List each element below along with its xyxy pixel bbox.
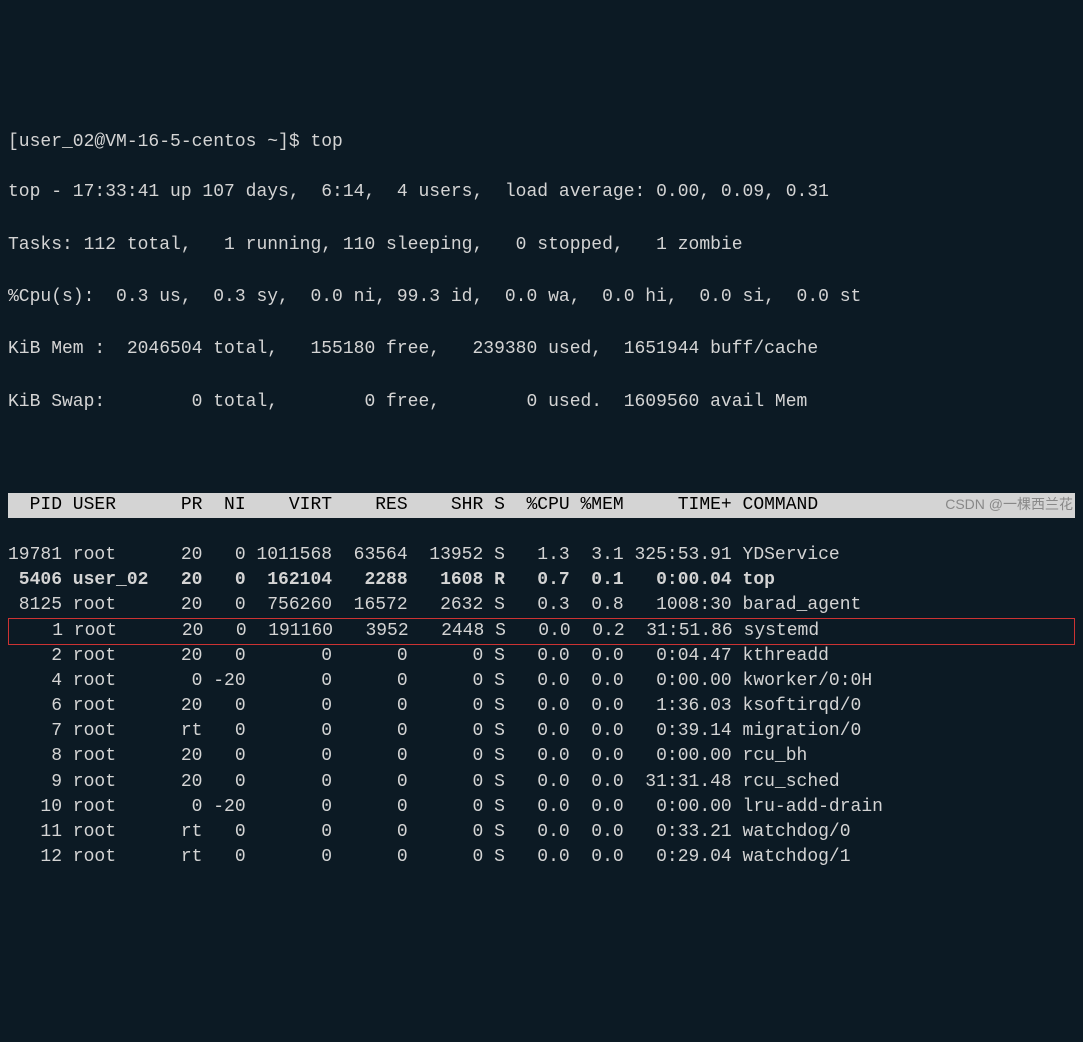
process-row: 4 root 0 -20 0 0 0 S 0.0 0.0 0:00.00 kwo… bbox=[8, 669, 1075, 694]
process-row: 7 root rt 0 0 0 0 S 0.0 0.0 0:39.14 migr… bbox=[8, 719, 1075, 744]
summary-tasks: Tasks: 112 total, 1 running, 110 sleepin… bbox=[8, 233, 1075, 258]
process-header: PID USER PR NI VIRT RES SHR S %CPU %MEM … bbox=[8, 493, 1075, 518]
process-row: 8125 root 20 0 756260 16572 2632 S 0.3 0… bbox=[8, 593, 1075, 618]
terminal-output[interactable]: [user_02@VM-16-5-centos ~]$ top top - 17… bbox=[8, 105, 1075, 896]
process-row: 6 root 20 0 0 0 0 S 0.0 0.0 1:36.03 ksof… bbox=[8, 694, 1075, 719]
process-row: 19781 root 20 0 1011568 63564 13952 S 1.… bbox=[8, 543, 1075, 568]
summary-cpu: %Cpu(s): 0.3 us, 0.3 sy, 0.0 ni, 99.3 id… bbox=[8, 285, 1075, 310]
process-row: 12 root rt 0 0 0 0 S 0.0 0.0 0:29.04 wat… bbox=[8, 845, 1075, 870]
summary-mem: KiB Mem : 2046504 total, 155180 free, 23… bbox=[8, 337, 1075, 362]
process-row: 2 root 20 0 0 0 0 S 0.0 0.0 0:04.47 kthr… bbox=[8, 644, 1075, 669]
process-row: 5406 user_02 20 0 162104 2288 1608 R 0.7… bbox=[8, 568, 1075, 593]
process-row: 1 root 20 0 191160 3952 2448 S 0.0 0.2 3… bbox=[8, 618, 1075, 645]
process-row: 10 root 0 -20 0 0 0 S 0.0 0.0 0:00.00 lr… bbox=[8, 795, 1075, 820]
process-row: 8 root 20 0 0 0 0 S 0.0 0.0 0:00.00 rcu_… bbox=[8, 744, 1075, 769]
process-row: 11 root rt 0 0 0 0 S 0.0 0.0 0:33.21 wat… bbox=[8, 820, 1075, 845]
blank-line bbox=[8, 442, 1075, 467]
process-list: 19781 root 20 0 1011568 63564 13952 S 1.… bbox=[8, 543, 1075, 870]
summary-swap: KiB Swap: 0 total, 0 free, 0 used. 16095… bbox=[8, 390, 1075, 415]
process-row: 9 root 20 0 0 0 0 S 0.0 0.0 31:31.48 rcu… bbox=[8, 770, 1075, 795]
prompt-line: [user_02@VM-16-5-centos ~]$ top bbox=[8, 130, 1075, 155]
summary-uptime: top - 17:33:41 up 107 days, 6:14, 4 user… bbox=[8, 180, 1075, 205]
watermark: CSDN @一棵西兰花 bbox=[945, 495, 1073, 515]
